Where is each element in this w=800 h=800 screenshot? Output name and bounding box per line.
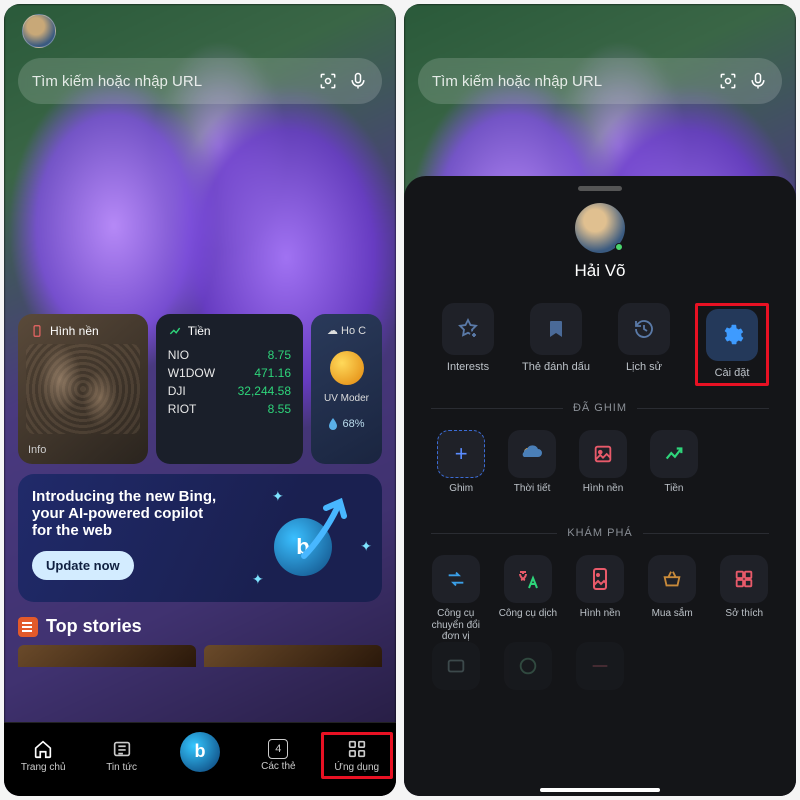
search-bar[interactable]: Tìm kiếm hoặc nhập URL: [18, 58, 382, 104]
search-placeholder: Tìm kiếm hoặc nhập URL: [32, 73, 308, 90]
apps-grid-icon: [346, 738, 368, 760]
promo-graphic: b ✦ ✦ ✦: [252, 488, 372, 588]
nav-tabs[interactable]: 4 Các thẻ: [242, 739, 314, 772]
explore-more[interactable]: [492, 636, 564, 723]
qa-history[interactable]: Lịch sử: [607, 303, 681, 386]
username: Hải Võ: [574, 261, 625, 281]
phone-icon: [30, 324, 44, 338]
presence-dot: [615, 243, 623, 251]
mic-icon[interactable]: [348, 71, 368, 91]
apps-panel: Hải Võ Interests Thẻ đánh dấu Lịch sử Cà…: [404, 176, 796, 796]
history-icon: [632, 317, 656, 341]
qa-interests[interactable]: Interests: [431, 303, 505, 386]
pinned-weather[interactable]: Thời tiết: [497, 424, 568, 511]
section-pinned: ĐÃ GHIM: [431, 402, 768, 414]
image-icon: [592, 443, 614, 465]
stocks-card[interactable]: Tiền NIO8.75 W1DOW471.16 DJI32,244.58 RI…: [156, 314, 303, 464]
home-indicator[interactable]: [540, 788, 660, 792]
screen-home: Tìm kiếm hoặc nhập URL Hình nền Info: [4, 4, 396, 796]
wallpaper-card[interactable]: Hình nền Info: [18, 314, 148, 464]
update-now-button[interactable]: Update now: [32, 551, 134, 580]
translate-icon: [516, 568, 540, 590]
top-stories-heading[interactable]: Top stories: [18, 616, 382, 637]
star-plus-icon: [456, 317, 480, 341]
drag-handle[interactable]: [578, 186, 622, 191]
plus-icon: +: [455, 441, 468, 467]
search-placeholder: Tìm kiếm hoặc nhập URL: [432, 73, 708, 90]
phone-wallpaper-icon: [592, 567, 608, 591]
explore-wallpaper[interactable]: Hình nền: [564, 549, 636, 636]
humidity: 68%: [328, 418, 364, 430]
converter-icon: [445, 568, 467, 590]
grid-tiles-icon: [733, 568, 755, 590]
news-icon: [111, 738, 133, 760]
explore-shopping[interactable]: Mua sắm: [636, 549, 708, 636]
bookmark-icon: [544, 317, 568, 341]
explore-more[interactable]: [564, 636, 636, 723]
bottom-nav: Trang chủ Tin tức b 4 Các thẻ Ứng dụng: [4, 722, 396, 796]
bing-icon: b: [180, 732, 220, 772]
explore-interests[interactable]: Sở thích: [708, 549, 780, 636]
trend-up-icon: [663, 443, 685, 465]
search-bar[interactable]: Tìm kiếm hoặc nhập URL: [418, 58, 782, 104]
weather-icon: [519, 443, 545, 465]
news-icon: [18, 617, 38, 637]
home-icon: [32, 738, 54, 760]
info-label[interactable]: Info: [28, 444, 46, 456]
weather-card[interactable]: ☁ Ho C UV Moder 68%: [311, 314, 382, 464]
section-explore: KHÁM PHÁ: [431, 527, 768, 539]
explore-more[interactable]: [420, 636, 492, 723]
widget-cards-row: Hình nền Info Tiền NIO8.75 W1DOW471.16 D…: [4, 314, 396, 464]
profile-avatar[interactable]: [22, 14, 56, 48]
qa-bookmarks[interactable]: Thẻ đánh dấu: [519, 303, 593, 386]
nav-home[interactable]: Trang chủ: [7, 738, 79, 773]
bing-promo-card[interactable]: Introducing the new Bing, your AI-powere…: [18, 474, 382, 602]
nav-news[interactable]: Tin tức: [86, 738, 158, 773]
stock-rows: NIO8.75 W1DOW471.16 DJI32,244.58 RIOT8.5…: [168, 346, 291, 418]
panel-avatar[interactable]: [575, 203, 625, 253]
wallpaper-texture: [26, 344, 140, 434]
tabs-count-icon: 4: [268, 739, 288, 759]
sun-icon: [330, 351, 364, 385]
nav-apps-highlighted[interactable]: Ứng dụng: [321, 732, 393, 779]
explore-unit-converter[interactable]: Công cụ chuyển đổi đơn vị: [420, 549, 492, 636]
pinned-wallpaper[interactable]: Hình nền: [568, 424, 639, 511]
basket-icon: [661, 568, 683, 590]
pinned-add[interactable]: + Ghim: [426, 424, 497, 511]
screen-apps-panel: Tìm kiếm hoặc nhập URL Hải Võ Interests …: [404, 4, 796, 796]
explore-translator[interactable]: Công cụ dịch: [492, 549, 564, 636]
nav-bing[interactable]: b: [164, 736, 236, 776]
trend-up-icon: [168, 324, 182, 338]
lens-scan-icon[interactable]: [318, 71, 338, 91]
gear-icon: [720, 323, 744, 347]
mic-icon[interactable]: [748, 71, 768, 91]
story-thumbnails[interactable]: [18, 645, 382, 667]
lens-scan-icon[interactable]: [718, 71, 738, 91]
quick-actions-row: Interests Thẻ đánh dấu Lịch sử Cài đặt: [431, 303, 769, 386]
uv-index: UV Moder: [324, 393, 369, 404]
qa-settings-highlighted[interactable]: Cài đặt: [695, 303, 769, 386]
pinned-stocks[interactable]: Tiền: [638, 424, 709, 511]
